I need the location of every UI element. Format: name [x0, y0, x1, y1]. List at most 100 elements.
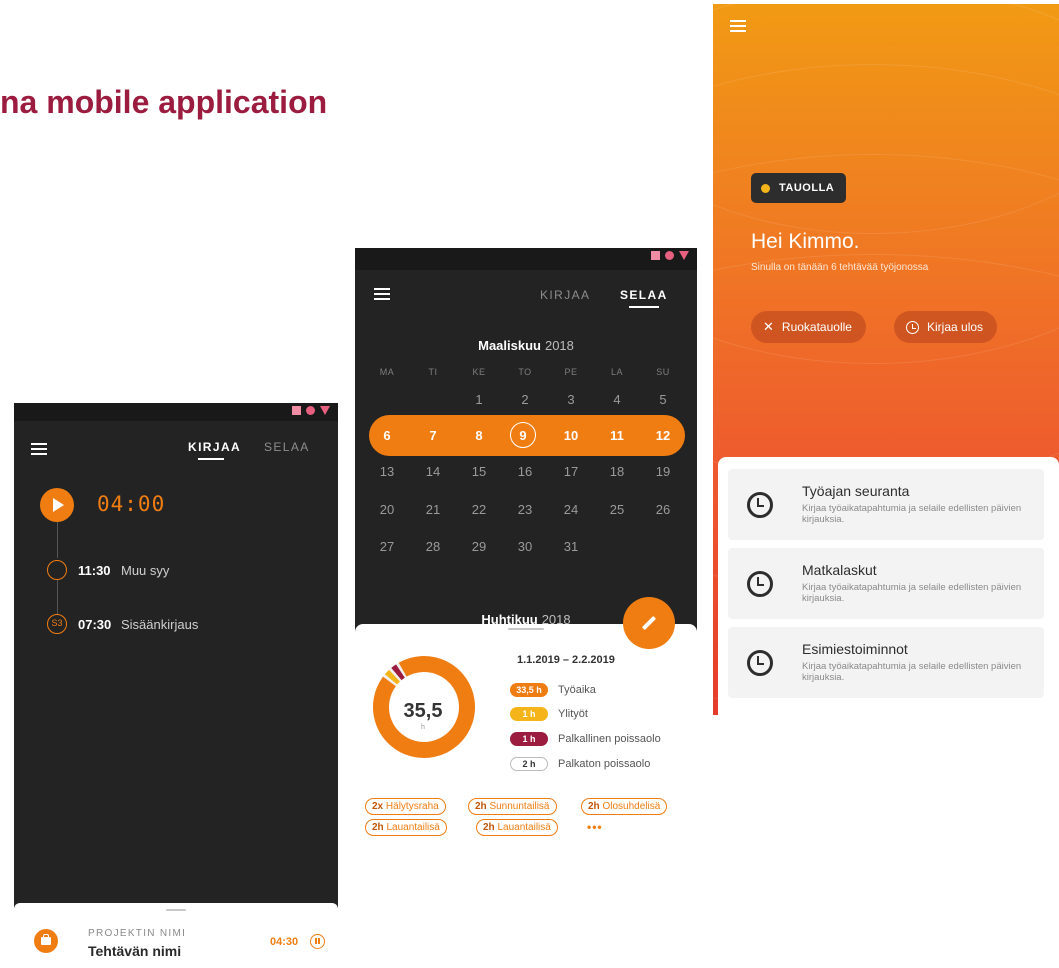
calendar-day[interactable]: 1	[464, 392, 494, 407]
triangle-icon	[320, 406, 330, 415]
weekday-label: TI	[428, 367, 438, 377]
card-title: Työajan seuranta	[802, 483, 910, 499]
greeting: Hei Kimmo.	[751, 230, 860, 253]
tab-kirjaa[interactable]: KIRJAA	[188, 440, 241, 454]
drag-handle[interactable]	[166, 909, 186, 911]
s3-badge-icon: S3	[47, 614, 67, 634]
tab-underline	[629, 306, 659, 308]
feature-card[interactable]: Esimiestoiminnot Kirjaa työaikatapahtumi…	[728, 627, 1044, 698]
lunch-break-button[interactable]: ✕ Ruokatauolle	[751, 311, 866, 343]
square-icon	[292, 406, 301, 415]
task-time: 04:30	[270, 936, 299, 948]
calendar-day[interactable]: 19	[648, 464, 678, 479]
calendar-day[interactable]: 30	[510, 539, 540, 554]
status-badge-label: TAUOLLA	[779, 182, 835, 194]
timeline-label: Sisäänkirjaus	[121, 617, 199, 632]
tab-selaa[interactable]: SELAA	[264, 440, 310, 454]
calendar-day[interactable]: 22	[464, 502, 494, 517]
calendar-day[interactable]: 2	[510, 392, 540, 407]
pause-icon[interactable]	[310, 934, 325, 949]
status-bar	[355, 248, 697, 270]
calendar-day[interactable]: 18	[602, 464, 632, 479]
calendar-day[interactable]: 14	[418, 464, 448, 479]
menu-icon[interactable]	[374, 288, 390, 300]
total-hours: 35,5	[403, 700, 443, 722]
calendar-day-selected[interactable]: 6	[372, 428, 402, 443]
calendar-day[interactable]: 17	[556, 464, 586, 479]
tab-kirjaa[interactable]: KIRJAA	[540, 288, 590, 302]
menu-icon[interactable]	[730, 20, 746, 32]
calendar-day[interactable]: 20	[372, 502, 402, 517]
tag-label: Lauantailisä	[497, 822, 551, 833]
calendar-day-selected[interactable]: 12	[648, 428, 678, 443]
calendar-day-today[interactable]: 9	[508, 428, 538, 443]
timer-display: 04:00	[97, 492, 166, 516]
weekday-label: MA	[379, 367, 395, 377]
calendar-day[interactable]: 29	[464, 539, 494, 554]
calendar-day-selected[interactable]: 10	[556, 428, 586, 443]
allowance-tag[interactable]: 2h Sunnuntailisä	[468, 798, 557, 815]
edit-fab-button[interactable]	[623, 597, 675, 649]
tab-selaa[interactable]: SELAA	[620, 288, 668, 302]
tag-count: 2h	[372, 822, 384, 833]
drag-handle[interactable]	[508, 628, 544, 630]
calendar-day[interactable]: 31	[556, 539, 586, 554]
card-description: Kirjaa työaikatapahtumia ja selaile edel…	[802, 582, 1022, 604]
feature-card[interactable]: Työajan seuranta Kirjaa työaikatapahtumi…	[728, 469, 1044, 540]
current-task-panel[interactable]: PROJEKTIN NIMI Tehtävän nimi 04:30	[14, 903, 338, 968]
calendar-day[interactable]: 25	[602, 502, 632, 517]
calendar-day[interactable]: 27	[372, 539, 402, 554]
menu-icon[interactable]	[31, 443, 47, 455]
more-icon[interactable]: •••	[587, 820, 603, 834]
card-description: Kirjaa työaikatapahtumia ja selaile edel…	[802, 661, 1022, 683]
clock-icon	[747, 650, 773, 676]
calendar-day[interactable]: 26	[648, 502, 678, 517]
calendar-day[interactable]: 24	[556, 502, 586, 517]
legend-row: 33,5 h Työaika	[510, 683, 596, 697]
square-icon	[651, 251, 660, 260]
calendar-day[interactable]: 16	[510, 464, 540, 479]
legend-label: Työaika	[558, 684, 596, 696]
calendar-day[interactable]: 3	[556, 392, 586, 407]
weekday-label: PE	[564, 367, 578, 377]
allowance-tag[interactable]: 2x Hälytysraha	[365, 798, 446, 815]
calendar-day[interactable]: 4	[602, 392, 632, 407]
tag-label: Sunnuntailisä	[489, 801, 550, 812]
legend-row: 1 h Ylityöt	[510, 707, 588, 721]
feature-card[interactable]: Matkalaskut Kirjaa työaikatapahtumia ja …	[728, 548, 1044, 619]
allowance-tag[interactable]: 2h Lauantailisä	[476, 819, 558, 836]
weekday-label: KE	[472, 367, 486, 377]
calendar-day-selected[interactable]: 11	[602, 428, 632, 443]
calendar-day[interactable]: 28	[418, 539, 448, 554]
phone-home: TAUOLLA Hei Kimmo. Sinulla on tänään 6 t…	[713, 4, 1059, 715]
project-name: PROJEKTIN NIMI	[88, 928, 187, 939]
allowance-tag[interactable]: 2h Lauantailisä	[365, 819, 447, 836]
play-icon	[53, 498, 64, 512]
legend-label: Palkallinen poissaolo	[558, 733, 661, 745]
features-sheet: Työajan seuranta Kirjaa työaikatapahtumi…	[718, 457, 1059, 715]
clock-icon	[906, 320, 919, 334]
phone-kirjaa: KIRJAA SELAA 04:00 11:30 Muu syy S3 07:3…	[14, 403, 338, 968]
calendar-month-header: Maaliskuu 2018	[355, 338, 697, 353]
timeline-connector	[57, 522, 58, 558]
greeting-subtitle: Sinulla on tänään 6 tehtävää työjonossa	[751, 262, 929, 273]
calendar-day-selected[interactable]: 8	[464, 428, 494, 443]
allowance-tag[interactable]: 2h Olosuhdelisä	[581, 798, 668, 815]
calendar-day-selected[interactable]: 7	[418, 428, 448, 443]
weekday-label: TO	[518, 367, 532, 377]
calendar-day[interactable]: 23	[510, 502, 540, 517]
date-range: 1.1.2019 – 2.2.2019	[517, 654, 615, 666]
calendar-day[interactable]: 21	[418, 502, 448, 517]
triangle-icon	[679, 251, 689, 260]
clock-icon	[747, 492, 773, 518]
briefcase-icon	[34, 929, 58, 953]
sign-out-button[interactable]: Kirjaa ulos	[894, 311, 998, 343]
calendar-day[interactable]: 15	[464, 464, 494, 479]
weekday-label: SU	[656, 367, 670, 377]
calendar-day[interactable]: 13	[372, 464, 402, 479]
play-button[interactable]	[40, 488, 74, 522]
calendar-day[interactable]: 5	[648, 392, 678, 407]
month-name: Maaliskuu	[478, 338, 541, 353]
summary-sheet[interactable]: 35,5 h 1.1.2019 – 2.2.2019 33,5 h Työaik…	[355, 624, 697, 851]
phone-selaa: KIRJAA SELAA Maaliskuu 2018 MA TI KE TO P…	[355, 248, 697, 851]
